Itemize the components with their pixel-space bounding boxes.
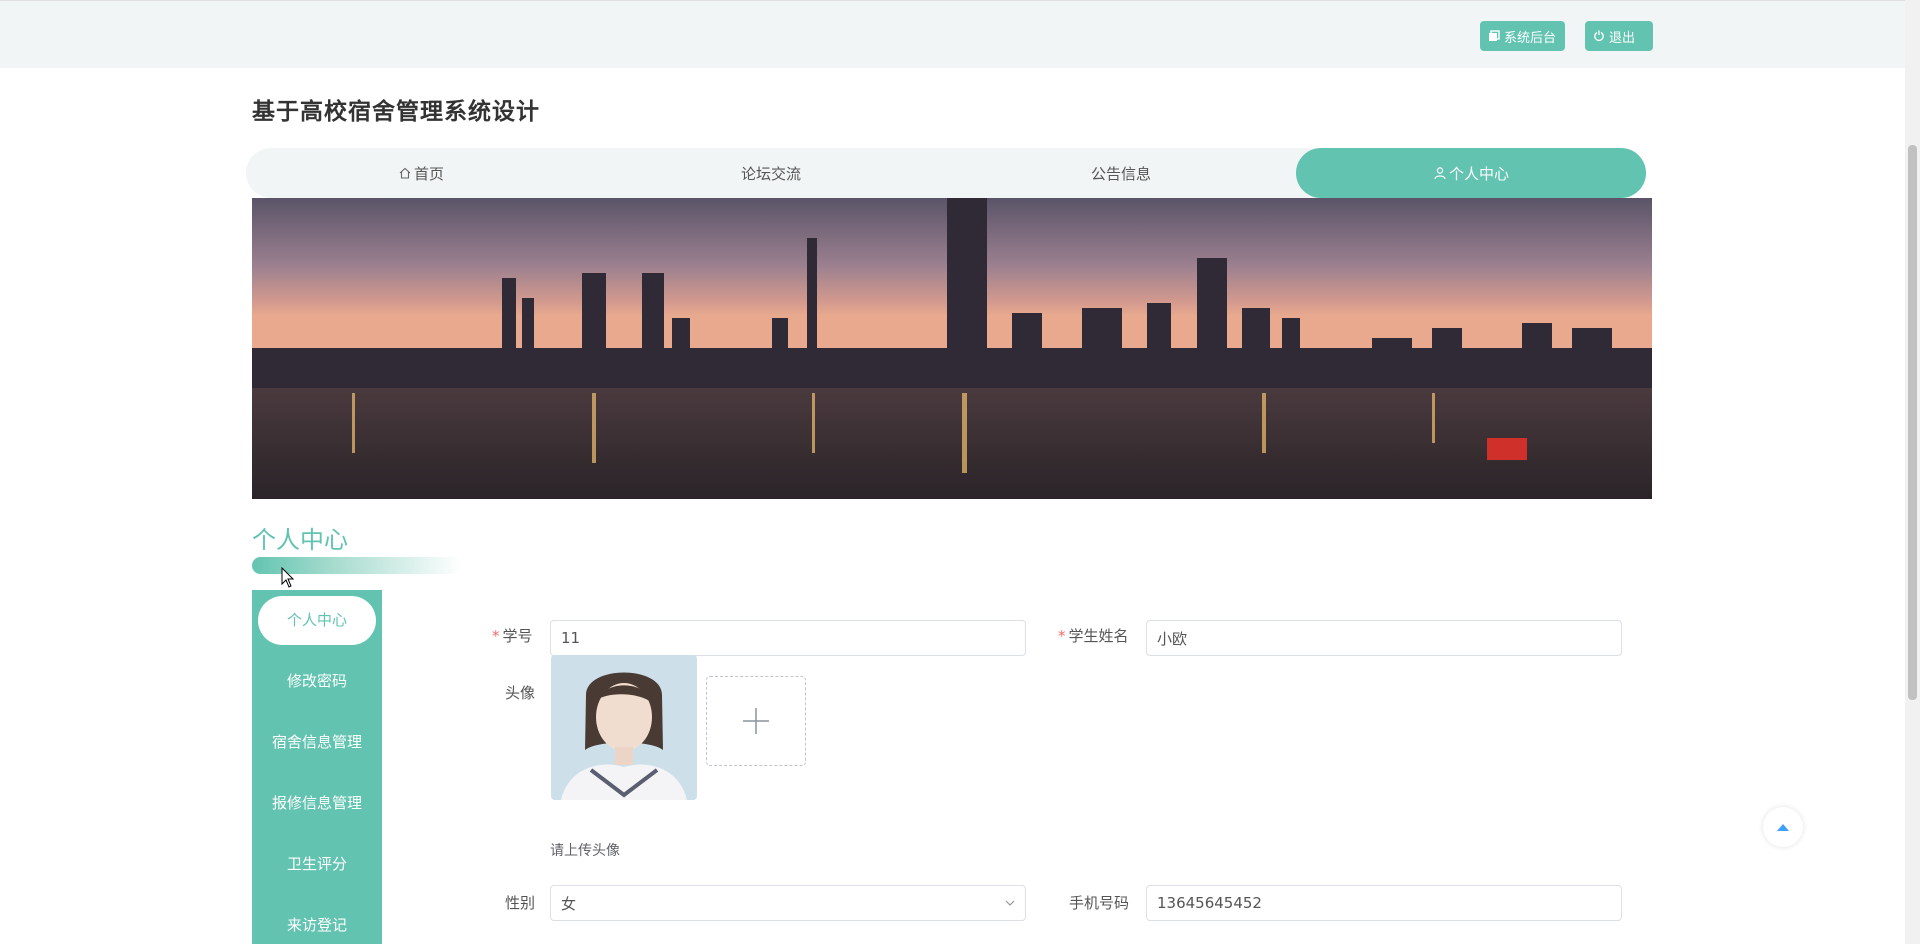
side-menu-item-repair-info[interactable]: 报修信息管理 — [258, 779, 376, 828]
side-menu-item-personal-center[interactable]: 个人中心 — [258, 596, 376, 645]
logout-button[interactable]: 退出 — [1585, 21, 1653, 51]
side-menu-item-change-password[interactable]: 修改密码 — [258, 657, 376, 706]
avatar-upload-hint: 请上传头像 — [550, 843, 620, 859]
plus-icon — [743, 708, 769, 734]
top-bar: 系统后台 退出 — [0, 0, 1905, 68]
system-admin-button[interactable]: 系统后台 — [1480, 21, 1565, 51]
student-id-field[interactable]: 11 — [550, 620, 1026, 656]
scrollbar-thumb[interactable] — [1908, 145, 1917, 700]
avatar-upload-button[interactable] — [706, 676, 806, 766]
gender-label: 性别 — [505, 894, 536, 912]
gender-select-value: 女 — [561, 894, 577, 913]
nav-item-announcements[interactable]: 公告信息 — [946, 148, 1296, 198]
mouse-cursor-icon — [281, 567, 295, 588]
power-icon — [1594, 30, 1604, 42]
chevron-down-icon — [1005, 900, 1015, 906]
avatar-image[interactable] — [551, 655, 697, 800]
student-name-field[interactable]: 小欧 — [1146, 620, 1622, 656]
avatar-label: 头像 — [505, 684, 536, 702]
caret-up-icon — [1777, 824, 1789, 831]
nav-item-label: 个人中心 — [1448, 164, 1509, 183]
user-icon — [1434, 167, 1446, 180]
nav-item-forum[interactable]: 论坛交流 — [596, 148, 946, 198]
site-title: 基于高校宿舍管理系统设计 — [252, 99, 540, 125]
nav-item-home[interactable]: 首页 — [246, 148, 596, 198]
side-menu-item-visitor-log[interactable]: 来访登记 — [258, 901, 376, 944]
home-icon — [399, 167, 411, 179]
side-menu-item-dorm-info[interactable]: 宿舍信息管理 — [258, 718, 376, 767]
student-id-label: * 学号 — [492, 627, 533, 645]
gender-select[interactable]: 女 — [550, 885, 1026, 921]
side-menu: 个人中心 修改密码 宿舍信息管理 报修信息管理 卫生评分 来访登记 — [252, 590, 382, 944]
logout-label: 退出 — [1609, 30, 1636, 46]
nav-item-label: 首页 — [413, 164, 444, 183]
phone-field[interactable]: 13645645452 — [1146, 885, 1622, 921]
copy-icon — [1489, 30, 1500, 41]
side-menu-item-hygiene-score[interactable]: 卫生评分 — [258, 840, 376, 889]
page-scrollbar[interactable] — [1905, 0, 1920, 944]
phone-label: 手机号码 — [1069, 894, 1130, 912]
main-nav: 首页 论坛交流 公告信息 个人中心 — [246, 148, 1646, 198]
student-name-label: * 学生姓名 — [1058, 627, 1129, 645]
nav-item-personal-center[interactable]: 个人中心 — [1296, 148, 1646, 198]
back-to-top-button[interactable] — [1763, 807, 1803, 847]
banner-image — [252, 198, 1652, 499]
nav-item-label: 公告信息 — [1090, 164, 1151, 183]
nav-item-label: 论坛交流 — [740, 164, 801, 183]
section-title: 个人中心 — [252, 526, 348, 554]
system-admin-label: 系统后台 — [1504, 30, 1557, 46]
